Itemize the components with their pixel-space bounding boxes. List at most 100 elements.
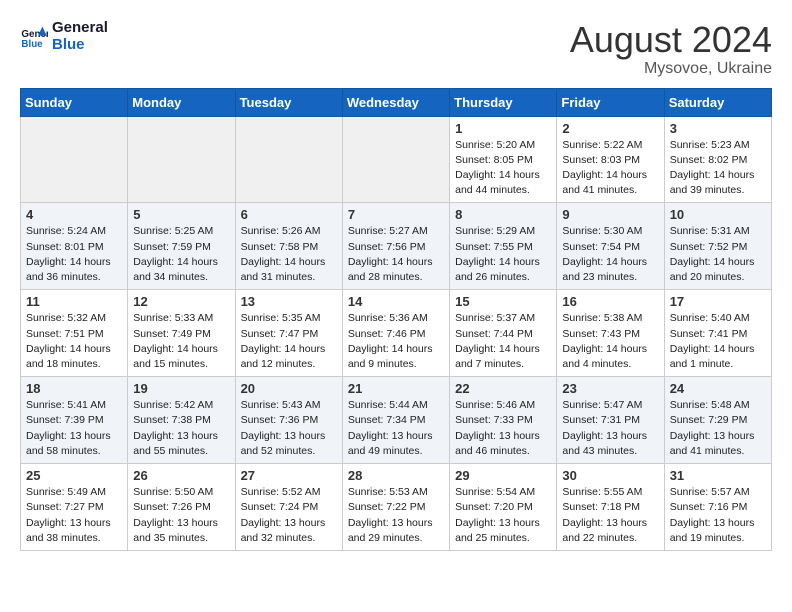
calendar-cell: 9Sunrise: 5:30 AMSunset: 7:54 PMDaylight… [557, 203, 664, 290]
day-info: Sunrise: 5:38 AMSunset: 7:43 PMDaylight:… [562, 311, 658, 372]
day-info: Sunrise: 5:46 AMSunset: 7:33 PMDaylight:… [455, 398, 551, 459]
calendar-cell: 10 Sunrise: 5:31 AMSunset: 7:52 PMDayligh… [664, 203, 771, 290]
day-info: Sunrise: 5:29 AMSunset: 7:55 PMDaylight:… [455, 224, 551, 285]
day-info: Sunrise: 5:27 AMSunset: 7:56 PMDaylight:… [348, 224, 444, 285]
calendar-header-row: SundayMondayTuesdayWednesdayThursdayFrid… [21, 88, 772, 116]
day-info: Sunrise: 5:49 AMSunset: 7:27 PMDaylight:… [26, 485, 122, 546]
day-info: Sunrise: 5:52 AMSunset: 7:24 PMDaylight:… [241, 485, 337, 546]
day-info: Sunrise: 5:36 AMSunset: 7:46 PMDaylight:… [348, 311, 444, 372]
calendar-cell: 1 Sunrise: 5:20 AMSunset: 8:05 PMDaylight… [450, 116, 557, 203]
day-info: Sunrise: 5:53 AMSunset: 7:22 PMDaylight:… [348, 485, 444, 546]
day-number: 14 [348, 294, 444, 309]
day-number: 6 [241, 207, 337, 222]
calendar-cell: 20 Sunrise: 5:43 AMSunset: 7:36 PMDayligh… [235, 377, 342, 464]
day-number: 25 [26, 468, 122, 483]
day-number: 22 [455, 381, 551, 396]
day-number: 8 [455, 207, 551, 222]
calendar-cell: 22 Sunrise: 5:46 AMSunset: 7:33 PMDayligh… [450, 377, 557, 464]
day-of-week-saturday: Saturday [664, 88, 771, 116]
calendar-cell: 24 Sunrise: 5:48 AMSunset: 7:29 PMDayligh… [664, 377, 771, 464]
calendar-cell: 18 Sunrise: 5:41 AMSunset: 7:39 PMDayligh… [21, 377, 128, 464]
day-info: Sunrise: 5:40 AMSunset: 7:41 PMDaylight:… [670, 311, 766, 372]
day-info: Sunrise: 5:54 AMSunset: 7:20 PMDaylight:… [455, 485, 551, 546]
day-info: Sunrise: 5:43 AMSunset: 7:36 PMDaylight:… [241, 398, 337, 459]
day-number: 20 [241, 381, 337, 396]
day-info: Sunrise: 5:41 AMSunset: 7:39 PMDaylight:… [26, 398, 122, 459]
day-number: 19 [133, 381, 229, 396]
calendar-cell: 25 Sunrise: 5:49 AMSunset: 7:27 PMDayligh… [21, 464, 128, 551]
calendar-cell [128, 116, 235, 203]
calendar-cell: 14 Sunrise: 5:36 AMSunset: 7:46 PMDayligh… [342, 290, 449, 377]
calendar-cell: 16 Sunrise: 5:38 AMSunset: 7:43 PMDayligh… [557, 290, 664, 377]
day-number: 5 [133, 207, 229, 222]
calendar-cell: 11 Sunrise: 5:32 AMSunset: 7:51 PMDayligh… [21, 290, 128, 377]
day-info: Sunrise: 5:35 AMSunset: 7:47 PMDaylight:… [241, 311, 337, 372]
calendar-cell: 28 Sunrise: 5:53 AMSunset: 7:22 PMDayligh… [342, 464, 449, 551]
calendar-cell: 7Sunrise: 5:27 AMSunset: 7:56 PMDaylight… [342, 203, 449, 290]
day-info: Sunrise: 5:44 AMSunset: 7:34 PMDaylight:… [348, 398, 444, 459]
day-number: 15 [455, 294, 551, 309]
svg-text:Blue: Blue [21, 38, 43, 49]
calendar-cell: 15 Sunrise: 5:37 AMSunset: 7:44 PMDayligh… [450, 290, 557, 377]
calendar-cell [21, 116, 128, 203]
logo: General Blue General Blue [20, 20, 108, 53]
calendar-cell: 29 Sunrise: 5:54 AMSunset: 7:20 PMDayligh… [450, 464, 557, 551]
page-subtitle: Mysovoe, Ukraine [570, 60, 772, 78]
day-info: Sunrise: 5:31 AMSunset: 7:52 PMDaylight:… [670, 224, 766, 285]
calendar-cell: 27Sunrise: 5:52 AMSunset: 7:24 PMDayligh… [235, 464, 342, 551]
day-info: Sunrise: 5:24 AMSunset: 8:01 PMDaylight:… [26, 224, 122, 285]
day-of-week-friday: Friday [557, 88, 664, 116]
day-info: Sunrise: 5:22 AMSunset: 8:03 PMDaylight:… [562, 138, 658, 199]
page-title: August 2024 [570, 20, 772, 60]
day-number: 1 [455, 121, 551, 136]
calendar-cell: 26Sunrise: 5:50 AMSunset: 7:26 PMDayligh… [128, 464, 235, 551]
day-info: Sunrise: 5:33 AMSunset: 7:49 PMDaylight:… [133, 311, 229, 372]
day-number: 13 [241, 294, 337, 309]
day-number: 10 [670, 207, 766, 222]
calendar-cell: 30 Sunrise: 5:55 AMSunset: 7:18 PMDayligh… [557, 464, 664, 551]
day-number: 21 [348, 381, 444, 396]
day-number: 4 [26, 207, 122, 222]
calendar-week-row: 4 Sunrise: 5:24 AMSunset: 8:01 PMDaylight… [21, 203, 772, 290]
calendar-cell: 31Sunrise: 5:57 AMSunset: 7:16 PMDayligh… [664, 464, 771, 551]
day-info: Sunrise: 5:37 AMSunset: 7:44 PMDaylight:… [455, 311, 551, 372]
day-of-week-wednesday: Wednesday [342, 88, 449, 116]
header: General Blue General Blue August 2024 My… [20, 20, 772, 78]
day-number: 12 [133, 294, 229, 309]
day-info: Sunrise: 5:32 AMSunset: 7:51 PMDaylight:… [26, 311, 122, 372]
calendar-cell: 13 Sunrise: 5:35 AMSunset: 7:47 PMDayligh… [235, 290, 342, 377]
calendar-cell: 4 Sunrise: 5:24 AMSunset: 8:01 PMDaylight… [21, 203, 128, 290]
logo-icon: General Blue [20, 23, 48, 51]
calendar-cell: 17 Sunrise: 5:40 AMSunset: 7:41 PMDayligh… [664, 290, 771, 377]
day-info: Sunrise: 5:25 AMSunset: 7:59 PMDaylight:… [133, 224, 229, 285]
day-number: 16 [562, 294, 658, 309]
day-number: 17 [670, 294, 766, 309]
day-number: 30 [562, 468, 658, 483]
calendar-week-row: 18 Sunrise: 5:41 AMSunset: 7:39 PMDayligh… [21, 377, 772, 464]
calendar-week-row: 1 Sunrise: 5:20 AMSunset: 8:05 PMDaylight… [21, 116, 772, 203]
calendar-cell: 6 Sunrise: 5:26 AMSunset: 7:58 PMDaylight… [235, 203, 342, 290]
day-info: Sunrise: 5:20 AMSunset: 8:05 PMDaylight:… [455, 138, 551, 199]
day-number: 11 [26, 294, 122, 309]
day-number: 29 [455, 468, 551, 483]
day-number: 23 [562, 381, 658, 396]
day-info: Sunrise: 5:48 AMSunset: 7:29 PMDaylight:… [670, 398, 766, 459]
calendar-cell: 21 Sunrise: 5:44 AMSunset: 7:34 PMDayligh… [342, 377, 449, 464]
calendar-cell: 19Sunrise: 5:42 AMSunset: 7:38 PMDayligh… [128, 377, 235, 464]
day-number: 28 [348, 468, 444, 483]
day-info: Sunrise: 5:26 AMSunset: 7:58 PMDaylight:… [241, 224, 337, 285]
calendar-cell: 3Sunrise: 5:23 AMSunset: 8:02 PMDaylight… [664, 116, 771, 203]
title-block: August 2024 Mysovoe, Ukraine [570, 20, 772, 78]
day-of-week-thursday: Thursday [450, 88, 557, 116]
calendar-cell: 23 Sunrise: 5:47 AMSunset: 7:31 PMDayligh… [557, 377, 664, 464]
calendar-week-row: 25 Sunrise: 5:49 AMSunset: 7:27 PMDayligh… [21, 464, 772, 551]
day-info: Sunrise: 5:23 AMSunset: 8:02 PMDaylight:… [670, 138, 766, 199]
calendar-cell: 12 Sunrise: 5:33 AMSunset: 7:49 PMDayligh… [128, 290, 235, 377]
day-number: 18 [26, 381, 122, 396]
day-of-week-sunday: Sunday [21, 88, 128, 116]
day-number: 2 [562, 121, 658, 136]
day-of-week-tuesday: Tuesday [235, 88, 342, 116]
day-info: Sunrise: 5:47 AMSunset: 7:31 PMDaylight:… [562, 398, 658, 459]
day-info: Sunrise: 5:55 AMSunset: 7:18 PMDaylight:… [562, 485, 658, 546]
day-number: 24 [670, 381, 766, 396]
